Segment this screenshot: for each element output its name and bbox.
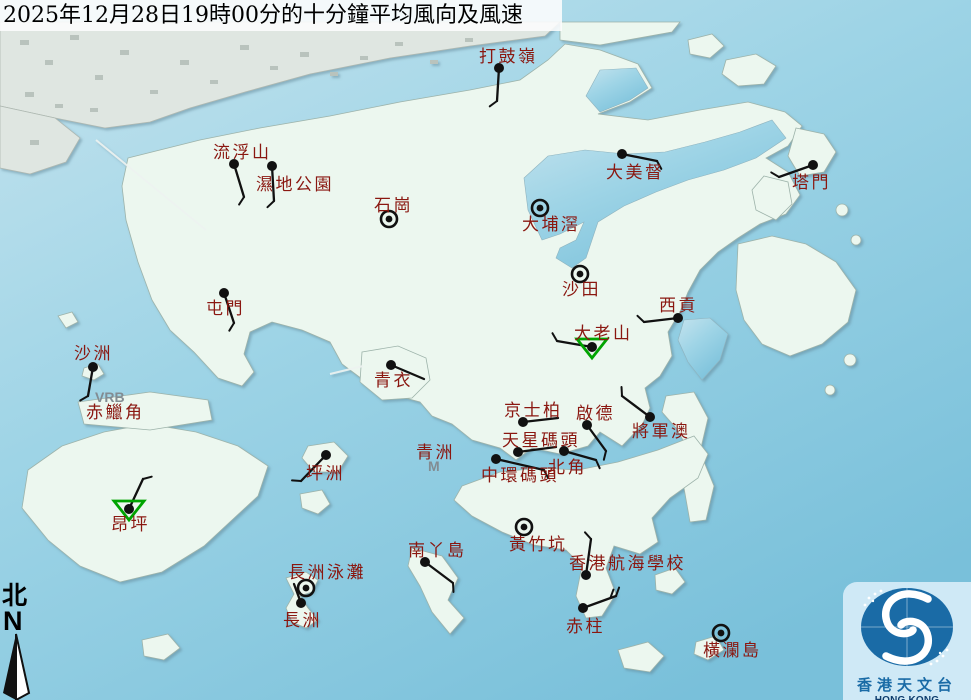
station-label: 濕地公園: [256, 175, 334, 195]
station-dot-icon: [386, 216, 393, 223]
station-dot-icon: [219, 288, 229, 298]
hko-name-en: HONG KONG OBSERVATORY: [843, 695, 971, 700]
station-label: 大埔滘: [522, 215, 581, 235]
station-label: 天星碼頭: [502, 431, 580, 451]
station-label: 流浮山: [213, 143, 272, 163]
station-label: 石崗: [374, 196, 413, 216]
station-label: 西貢: [659, 296, 698, 316]
station-dot-icon: [321, 450, 331, 460]
station-dot-icon: [521, 524, 528, 531]
station-dot-icon: [578, 603, 588, 613]
station-label: 南丫島: [408, 541, 467, 561]
station-label: 將軍澳: [632, 422, 691, 442]
station-label: 昂坪: [111, 515, 150, 535]
station-label: 橫瀾島: [703, 641, 762, 661]
station-label: 塔門: [792, 173, 831, 193]
station-dot-icon: [386, 360, 396, 370]
station-label: 赤鱲角: [86, 403, 145, 423]
compass-north-en: N: [3, 609, 42, 634]
station-label: 沙洲: [74, 344, 113, 364]
hko-logo-emblem: [843, 582, 971, 670]
station-dot-icon: [303, 585, 310, 592]
station-label: 大老山: [574, 324, 633, 344]
station-dot-icon: [559, 446, 569, 456]
station-label: 坪洲: [306, 464, 345, 484]
hong-kong-map: 打鼓嶺流浮山濕地公園石崗大美督塔門大埔滘沙田西貢大老山屯門沙洲VRB赤鱲角青衣京…: [0, 0, 971, 700]
station-dot-icon: [718, 630, 725, 637]
station-label: 屯門: [206, 299, 245, 319]
station-dot-icon: [645, 412, 655, 422]
hko-name-zh: 香港天文台: [843, 674, 971, 695]
station-label: 黃竹坑: [509, 535, 568, 555]
map-title: 2025年12月28日19時00分的十分鐘平均風向及風速: [0, 0, 562, 31]
station-dot-icon: [808, 160, 818, 170]
station-label: 香港航海學校: [569, 554, 686, 574]
station-dot-icon: [296, 598, 306, 608]
station-label: 沙田: [562, 280, 601, 300]
station-label: 青衣: [374, 371, 413, 391]
station-label: 中環碼頭: [481, 466, 559, 486]
station-label: 長洲泳灘: [288, 563, 366, 583]
station-label: 打鼓嶺: [479, 47, 538, 67]
station-dot-icon: [577, 271, 584, 278]
station-dot-icon: [124, 504, 134, 514]
hko-logo: 香港天文台 HONG KONG OBSERVATORY: [843, 582, 971, 700]
wind-barb-feather: [292, 480, 301, 481]
station-label: 京士柏: [504, 401, 563, 421]
wind-map-screen: 打鼓嶺流浮山濕地公園石崗大美督塔門大埔滘沙田西貢大老山屯門沙洲VRB赤鱲角青衣京…: [0, 0, 971, 700]
station-label: 長洲: [283, 611, 322, 631]
station-label: 啟德: [576, 404, 615, 424]
station-dot-icon: [617, 149, 627, 159]
station-dot-icon: [267, 161, 277, 171]
station-label: 大美督: [606, 163, 665, 183]
station-label: 赤柱: [566, 617, 605, 637]
station-dot-icon: [491, 454, 501, 464]
station-label: 青洲: [416, 443, 455, 463]
compass: 北 N: [2, 583, 42, 634]
station-dot-icon: [537, 205, 544, 212]
